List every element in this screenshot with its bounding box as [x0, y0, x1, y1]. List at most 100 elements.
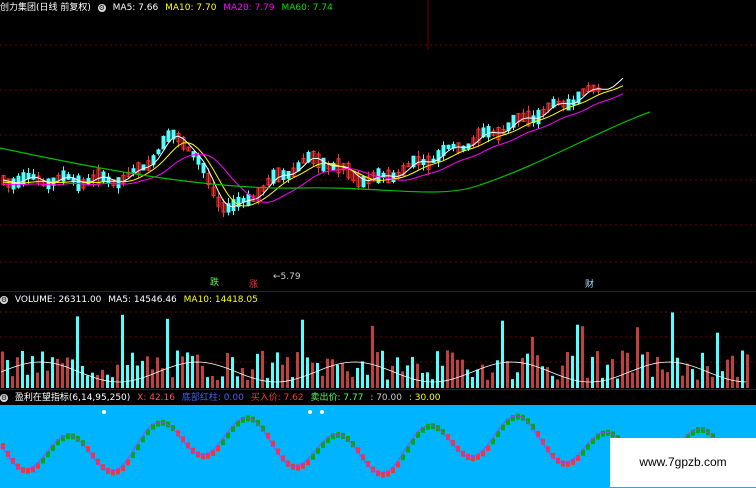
volume-bar [226, 352, 229, 388]
volume-bar [496, 360, 499, 388]
volume-bar [646, 351, 649, 388]
volume-bar [631, 372, 634, 388]
candle-body [201, 162, 206, 174]
volume-bar [511, 379, 514, 388]
volume-bar [311, 362, 314, 388]
volume-bar [236, 376, 239, 388]
volume-bar [466, 369, 469, 388]
settings-icon[interactable]: ⚙ [0, 393, 8, 402]
volume-bar [641, 354, 644, 388]
candle-body [156, 149, 161, 155]
volume-bar [66, 357, 69, 388]
candle-body [46, 178, 51, 190]
volume-bar [61, 363, 64, 388]
volume-bar [341, 363, 344, 388]
volume-bar [456, 359, 459, 388]
volume-bar [506, 361, 509, 388]
volume-bar [151, 369, 154, 388]
candle-body [536, 109, 541, 125]
volume-bar [656, 356, 659, 388]
volume-bar [501, 320, 504, 388]
volume-bar [661, 369, 664, 388]
signal-dot [320, 410, 324, 414]
volume-bar [526, 353, 529, 388]
volume-bar [736, 376, 739, 388]
signal-dot [308, 410, 312, 414]
volume-bar [596, 351, 599, 388]
ma20-label: MA20: 7.79 [223, 3, 275, 13]
volume-bar [356, 367, 359, 388]
event-marker-die[interactable]: 跌 [210, 278, 219, 288]
volume-bar [711, 376, 714, 388]
settings-icon[interactable]: ⚙ [0, 295, 8, 304]
ma10-label: MA10: 7.70 [165, 3, 217, 13]
volume-bar [441, 365, 444, 388]
volume-bar [206, 377, 209, 388]
volume-bar [346, 371, 349, 388]
volume-bar [161, 368, 164, 388]
volume-bar [46, 370, 49, 388]
indicator-step [201, 453, 205, 460]
volume-bar [281, 364, 284, 388]
volume-bar [16, 357, 19, 388]
volume-bar [126, 364, 129, 388]
ma20-line [2, 93, 624, 203]
volume-bar [581, 326, 584, 388]
volume-bar [651, 376, 654, 388]
volume-bar [196, 354, 199, 388]
volume-bar [326, 358, 329, 388]
volume-bar [461, 359, 464, 388]
volume-bar [216, 379, 219, 388]
volume-bar [321, 375, 324, 388]
price-pane[interactable]: 创力集团(日线 前复权) ⚙ MA5: 7.66 MA10: 7.70 MA20… [0, 0, 756, 291]
volume-bar [556, 379, 559, 388]
watermark: www.7gpzb.com [610, 438, 756, 487]
volume-bar [301, 319, 304, 388]
volume-bar [571, 355, 574, 388]
candle-body [161, 135, 166, 150]
volume-bar [366, 374, 369, 388]
volume-bar [636, 327, 639, 388]
signal-dot [102, 410, 106, 414]
volume-bar [336, 364, 339, 388]
volume-bar [111, 377, 114, 388]
volume-bar [116, 364, 119, 388]
volume-bar [241, 368, 244, 388]
volume-bar [1, 351, 4, 388]
settings-icon[interactable]: ⚙ [97, 3, 106, 12]
indicator-step [561, 460, 565, 467]
volume-bar [296, 352, 299, 388]
volume-bar [266, 377, 269, 388]
indicator-buy: 买入价: 7.62 [250, 393, 304, 403]
volume-bar [591, 356, 594, 388]
volume-bar [421, 372, 424, 388]
volume-bar [486, 379, 489, 388]
indicator-header: ⚙ 盈利在望指标(6,14,95,250) X: 42.16 底部红柱: 0.0… [0, 391, 445, 405]
ma60-label: MA60: 7.74 [281, 3, 333, 13]
indicator-title: 盈利在望指标(6,14,95,250) [14, 393, 131, 403]
volume-bar [186, 352, 189, 388]
volume-bar [331, 359, 334, 388]
volume-bar [306, 357, 309, 388]
volume-bar [361, 361, 364, 388]
volume-bar [436, 351, 439, 388]
volume-bar [146, 356, 149, 388]
volume-pane[interactable]: ⚙ VOLUME: 26311.00 MA5: 14546.46 MA10: 1… [0, 291, 756, 390]
volume-bar [251, 369, 254, 388]
volume-bar [211, 375, 214, 388]
candle-body [11, 178, 16, 190]
candle-body [116, 177, 121, 189]
event-marker-zhang[interactable]: 涨 [249, 280, 258, 290]
volume-bar [416, 363, 419, 388]
event-marker-cai[interactable]: 财 [585, 280, 594, 290]
candlestick-chart[interactable] [0, 0, 756, 291]
volume-bar [476, 369, 479, 388]
volume-bar [566, 351, 569, 388]
volume-bar [131, 352, 134, 388]
indicator-step [66, 433, 70, 440]
candle-body [391, 172, 396, 183]
volume-bar [191, 356, 194, 388]
volume-bar [31, 356, 34, 388]
volume-bar [716, 332, 719, 388]
candle-body [361, 176, 366, 188]
